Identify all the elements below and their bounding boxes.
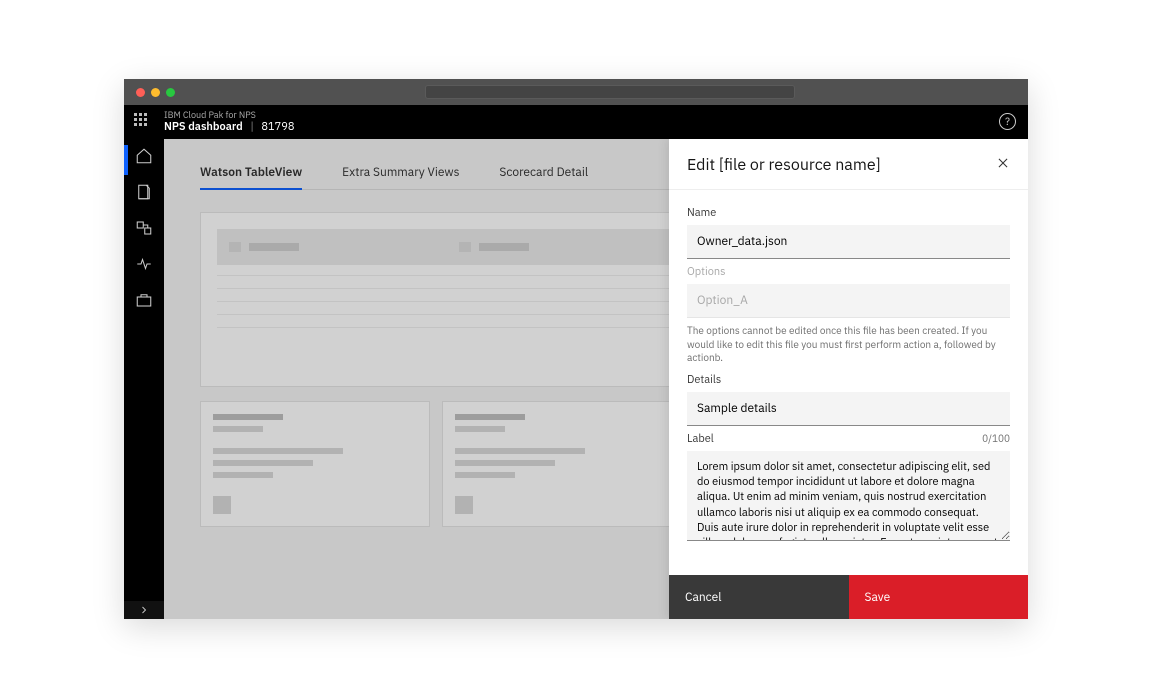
dialog-title: Edit [file or resource name] [687, 155, 881, 175]
help-icon[interactable]: ? [999, 113, 1016, 130]
url-bar[interactable] [425, 85, 795, 99]
mac-titlebar [124, 79, 1028, 105]
close-icon[interactable] [996, 155, 1010, 175]
dialog-footer: Cancel Save [669, 575, 1028, 619]
document-icon[interactable] [135, 183, 153, 201]
label-counter: 0/100 [982, 432, 1010, 445]
options-input [687, 284, 1010, 318]
details-label: Details [687, 373, 1010, 387]
cancel-button[interactable]: Cancel [669, 575, 849, 619]
save-button[interactable]: Save [849, 575, 1029, 619]
name-input[interactable] [687, 225, 1010, 259]
minimize-window-icon[interactable] [151, 88, 160, 97]
edit-dialog: Edit [file or resource name] Name Option… [669, 139, 1028, 619]
maximize-window-icon[interactable] [166, 88, 175, 97]
data-icon[interactable] [135, 219, 153, 237]
options-label: Options [687, 265, 1010, 279]
active-rail [124, 145, 128, 175]
label-textarea[interactable] [687, 451, 1010, 541]
label-label: Label [687, 432, 714, 446]
home-icon[interactable] [135, 147, 153, 165]
header-id: 81798 [261, 120, 294, 134]
header-titles: IBM Cloud Pak for NPS NPS dashboard | 81… [164, 111, 294, 133]
briefcase-icon[interactable] [135, 291, 153, 309]
app-switcher-icon[interactable] [134, 113, 152, 131]
card-1 [200, 401, 430, 527]
sidebar-expand-icon[interactable] [124, 601, 164, 619]
details-input[interactable] [687, 392, 1010, 426]
name-label: Name [687, 206, 1010, 220]
sidebar [124, 139, 164, 619]
tab-watson[interactable]: Watson TableView [200, 157, 302, 190]
dialog-body: Name Options The options cannot be edite… [669, 190, 1028, 575]
activity-icon[interactable] [135, 255, 153, 273]
tab-scorecard[interactable]: Scorecard Detail [499, 157, 588, 189]
window-controls [136, 88, 175, 97]
card-2 [442, 401, 672, 527]
tab-extra[interactable]: Extra Summary Views [342, 157, 459, 189]
browser-window: IBM Cloud Pak for NPS NPS dashboard | 81… [124, 79, 1028, 619]
header-main: NPS dashboard | 81798 [164, 121, 294, 133]
options-helper: The options cannot be edited once this f… [687, 324, 1010, 365]
header-dashboard: NPS dashboard [164, 120, 243, 134]
close-window-icon[interactable] [136, 88, 145, 97]
header-sep: | [250, 120, 253, 134]
dialog-header: Edit [file or resource name] [669, 139, 1028, 190]
app-header: IBM Cloud Pak for NPS NPS dashboard | 81… [124, 105, 1028, 139]
